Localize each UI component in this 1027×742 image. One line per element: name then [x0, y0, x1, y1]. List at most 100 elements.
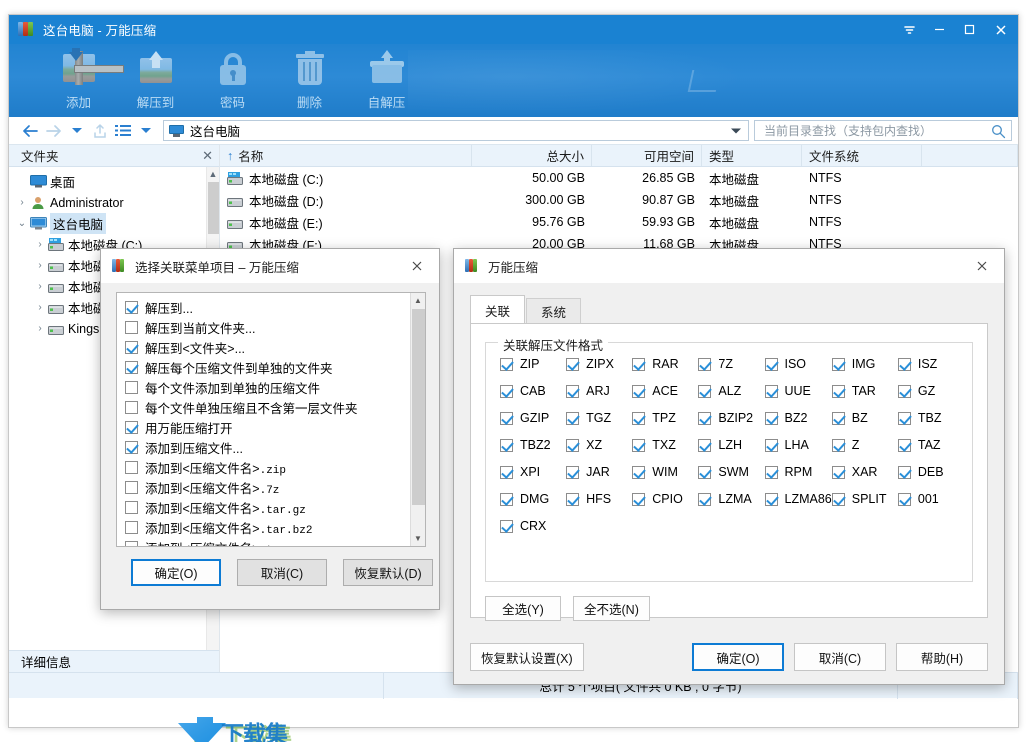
column-header-name[interactable]: ↑ 名称 [220, 145, 472, 166]
checkbox[interactable] [765, 412, 778, 425]
checkbox[interactable] [765, 466, 778, 479]
format-checkbox-jar[interactable]: JAR [566, 465, 632, 479]
scroll-down-icon[interactable]: ▼ [411, 531, 425, 546]
context-menu-list-item[interactable]: 用万能压缩打开 [125, 417, 425, 437]
checkbox[interactable] [632, 466, 645, 479]
format-checkbox-lzma86[interactable]: LZMA86 [765, 492, 832, 506]
format-checkbox-dmg[interactable]: DMG [500, 492, 566, 506]
format-checkbox-tpz[interactable]: TPZ [632, 411, 698, 425]
format-checkbox-txz[interactable]: TXZ [632, 438, 698, 452]
context-menu-list-item[interactable]: 解压每个压缩文件到单独的文件夹 [125, 357, 425, 377]
toolbar-button-sfx[interactable]: 自解压 [348, 44, 425, 114]
checkbox[interactable] [500, 385, 513, 398]
checkbox[interactable] [632, 439, 645, 452]
view-chevron-down-icon[interactable] [134, 119, 157, 143]
checkbox[interactable] [898, 439, 911, 452]
format-checkbox-hfs[interactable]: HFS [566, 492, 632, 506]
checkbox[interactable] [832, 493, 845, 506]
checkbox[interactable] [566, 466, 579, 479]
format-checkbox-wim[interactable]: WIM [632, 465, 698, 479]
tree-node[interactable]: 桌面 [9, 171, 219, 192]
checkbox[interactable] [125, 421, 138, 434]
checkbox[interactable] [125, 381, 138, 394]
format-checkbox-lzh[interactable]: LZH [698, 438, 764, 452]
context-menu-list-item[interactable]: 添加到<压缩文件名>.tar.gz [125, 497, 425, 517]
checkbox[interactable] [125, 441, 138, 454]
scroll-up-icon[interactable]: ▲ [411, 293, 425, 308]
format-checkbox-alz[interactable]: ALZ [698, 384, 764, 398]
chevron-right-icon[interactable]: › [33, 260, 47, 271]
format-checkbox-uue[interactable]: UUE [765, 384, 832, 398]
table-row[interactable]: 本地磁盘 (E:)95.76 GB59.93 GB本地磁盘NTFS [220, 211, 1018, 233]
column-header-type[interactable]: 类型 [702, 145, 802, 166]
checkbox[interactable] [500, 358, 513, 371]
format-checkbox-ace[interactable]: ACE [632, 384, 698, 398]
format-checkbox-bzip2[interactable]: BZIP2 [698, 411, 764, 425]
format-checkbox-taz[interactable]: TAZ [898, 438, 964, 452]
checkbox[interactable] [698, 358, 711, 371]
checkbox[interactable] [566, 385, 579, 398]
checkbox[interactable] [832, 439, 845, 452]
format-checkbox-isz[interactable]: ISZ [898, 357, 964, 371]
format-checkbox-iso[interactable]: ISO [765, 357, 832, 371]
checkbox[interactable] [500, 439, 513, 452]
context-menu-list-item[interactable]: 解压到当前文件夹... [125, 317, 425, 337]
format-checkbox-001[interactable]: 001 [898, 492, 964, 506]
format-checkbox-tbz2[interactable]: TBZ2 [500, 438, 566, 452]
search-box[interactable] [754, 120, 1012, 141]
table-row[interactable]: 本地磁盘 (D:)300.00 GB90.87 GB本地磁盘NTFS [220, 189, 1018, 211]
checkbox[interactable] [898, 358, 911, 371]
search-input[interactable] [762, 123, 1005, 139]
tab-association[interactable]: 关联 [470, 295, 525, 324]
checkbox[interactable] [832, 412, 845, 425]
format-checkbox-img[interactable]: IMG [832, 357, 898, 371]
format-checkbox-cpio[interactable]: CPIO [632, 492, 698, 506]
checkbox[interactable] [832, 466, 845, 479]
scroll-up-icon[interactable]: ▲ [207, 167, 219, 181]
settings-ok-button[interactable]: 确定(O) [692, 643, 784, 671]
format-checkbox-xz[interactable]: XZ [566, 438, 632, 452]
context-list-scrollbar[interactable]: ▲ ▼ [410, 293, 425, 546]
toolbar-button-password[interactable]: 密码 [194, 44, 271, 114]
context-menu-list-item[interactable]: 添加到压缩文件... [125, 437, 425, 457]
chevron-right-icon[interactable]: › [33, 323, 47, 334]
context-cancel-button[interactable]: 取消(C) [237, 559, 327, 586]
checkbox[interactable] [898, 385, 911, 398]
checkbox[interactable] [698, 466, 711, 479]
tree-node[interactable]: ›Administrator [9, 192, 219, 213]
checkbox[interactable] [632, 385, 645, 398]
close-button[interactable] [984, 15, 1018, 44]
checkbox[interactable] [765, 493, 778, 506]
context-menu-item-list[interactable]: 解压到...解压到当前文件夹...解压到<文件夹>...解压每个压缩文件到单独的… [116, 292, 426, 547]
checkbox[interactable] [898, 493, 911, 506]
menu-button[interactable] [894, 15, 924, 44]
checkbox[interactable] [125, 481, 138, 494]
checkbox[interactable] [898, 466, 911, 479]
address-bar[interactable]: 这台电脑 [163, 120, 749, 141]
checkbox[interactable] [632, 493, 645, 506]
format-checkbox-7z[interactable]: 7Z [698, 357, 764, 371]
format-checkbox-xpi[interactable]: XPI [500, 465, 566, 479]
format-checkbox-cab[interactable]: CAB [500, 384, 566, 398]
checkbox[interactable] [765, 439, 778, 452]
checkbox[interactable] [698, 412, 711, 425]
back-arrow-icon[interactable] [19, 119, 42, 143]
scrollbar-thumb[interactable] [208, 182, 219, 234]
checkbox[interactable] [125, 341, 138, 354]
format-checkbox-tgz[interactable]: TGZ [566, 411, 632, 425]
format-checkbox-crx[interactable]: CRX [500, 519, 566, 533]
checkbox[interactable] [500, 412, 513, 425]
column-header-extra[interactable] [922, 145, 1018, 166]
checkbox[interactable] [125, 401, 138, 414]
column-header-size[interactable]: 总大小 [472, 145, 592, 166]
format-checkbox-gz[interactable]: GZ [898, 384, 964, 398]
checkbox[interactable] [125, 461, 138, 474]
context-menu-list-item[interactable]: 添加到<压缩文件名>.tar.xz [125, 537, 425, 547]
checkbox[interactable] [765, 358, 778, 371]
format-checkbox-split[interactable]: SPLIT [832, 492, 898, 506]
settings-help-button[interactable]: 帮助(H) [896, 643, 988, 671]
checkbox[interactable] [765, 385, 778, 398]
checkbox[interactable] [500, 466, 513, 479]
format-checkbox-lha[interactable]: LHA [765, 438, 832, 452]
context-menu-list-item[interactable]: 解压到... [125, 297, 425, 317]
